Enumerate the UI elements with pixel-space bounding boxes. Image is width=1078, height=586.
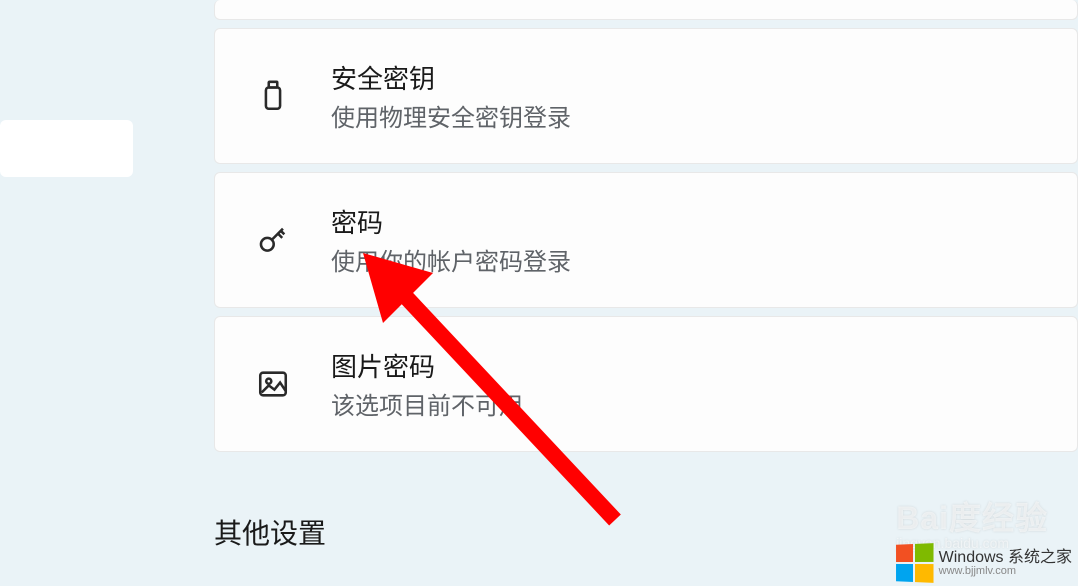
windows-logo-icon xyxy=(896,543,933,583)
sidebar-selected-indicator[interactable] xyxy=(0,120,133,177)
usb-key-icon xyxy=(255,78,291,114)
key-icon xyxy=(255,222,291,258)
card-desc: 使用物理安全密钥登录 xyxy=(331,98,571,133)
card-password[interactable]: 密码 使用你的帐户密码登录 xyxy=(214,172,1078,308)
watermark-windows: Windows 系统之家 www.bjjmlv.com xyxy=(889,540,1078,586)
card-desc: 该选项目前不可用 xyxy=(331,386,523,421)
card-text: 图片密码 该选项目前不可用 xyxy=(331,347,523,421)
card-text: 密码 使用你的帐户密码登录 xyxy=(331,203,571,277)
card-title: 安全密钥 xyxy=(331,59,571,96)
watermark-windows-text: Windows 系统之家 www.bjjmlv.com xyxy=(939,550,1072,577)
card-desc: 使用你的帐户密码登录 xyxy=(331,242,571,277)
watermark-win-line2: www.bjjmlv.com xyxy=(939,566,1072,577)
watermark-win-line1: Windows 系统之家 xyxy=(939,550,1072,566)
image-icon xyxy=(255,366,291,402)
card-title: 密码 xyxy=(331,203,571,240)
settings-content: 安全密钥 使用物理安全密钥登录 密码 使用你的帐户密码登录 图片密码 该选项目前… xyxy=(214,0,1078,552)
card-picture-password[interactable]: 图片密码 该选项目前不可用 xyxy=(214,316,1078,452)
card-partial-top[interactable] xyxy=(214,0,1078,20)
card-text: 安全密钥 使用物理安全密钥登录 xyxy=(331,59,571,133)
card-title: 图片密码 xyxy=(331,347,523,384)
card-security-key[interactable]: 安全密钥 使用物理安全密钥登录 xyxy=(214,28,1078,164)
